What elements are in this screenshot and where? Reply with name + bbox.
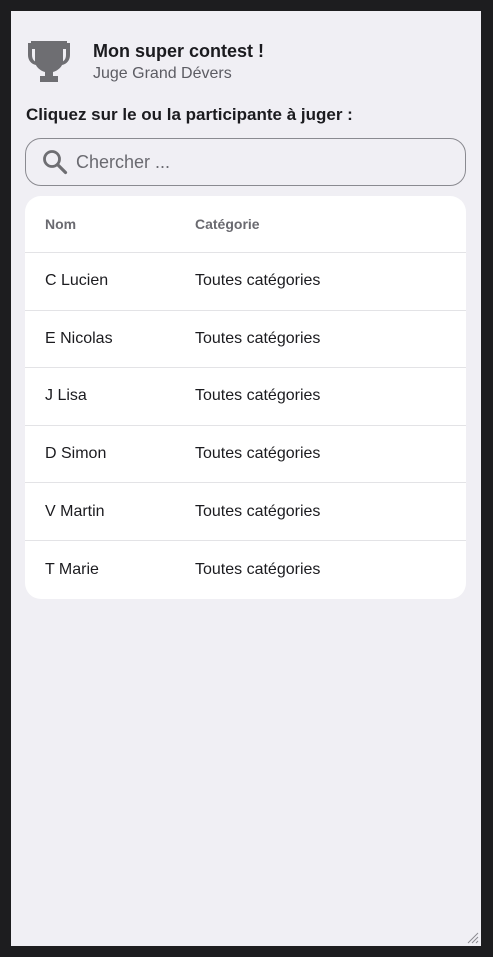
participant-category: Toutes catégories	[195, 272, 321, 290]
participant-name: V Martin	[45, 502, 105, 520]
resize-handle-icon[interactable]	[467, 932, 479, 944]
participant-category: Toutes catégories	[195, 387, 321, 405]
judge-name: Juge Grand Dévers	[93, 64, 232, 82]
table-header: Nom Catégorie	[25, 196, 466, 253]
search-icon	[43, 150, 68, 175]
table-row[interactable]: D Simon Toutes catégories	[25, 426, 466, 484]
table-row[interactable]: E Nicolas Toutes catégories	[25, 311, 466, 369]
contest-header: Mon super contest ! Juge Grand Dévers	[27, 39, 264, 85]
participant-category: Toutes catégories	[195, 502, 321, 520]
participant-category: Toutes catégories	[195, 560, 321, 578]
search-box[interactable]	[25, 138, 466, 186]
table-row[interactable]: J Lisa Toutes catégories	[25, 368, 466, 426]
participant-category: Toutes catégories	[195, 329, 321, 347]
participants-table: Nom Catégorie C Lucien Toutes catégories…	[25, 196, 466, 599]
participant-name: E Nicolas	[45, 329, 113, 347]
table-row[interactable]: T Marie Toutes catégories	[25, 541, 466, 599]
participant-name: T Marie	[45, 560, 99, 578]
participant-category: Toutes catégories	[195, 445, 321, 463]
instruction-text: Cliquez sur le ou la participante à juge…	[26, 105, 353, 124]
table-row[interactable]: C Lucien Toutes catégories	[25, 253, 466, 311]
participant-name: D Simon	[45, 445, 107, 463]
participant-name: J Lisa	[45, 387, 87, 405]
contest-title: Mon super contest !	[93, 40, 265, 61]
column-header-nom[interactable]: Nom	[25, 216, 195, 232]
header-text: Mon super contest ! Juge Grand Dévers	[93, 40, 264, 85]
app-window: Mon super contest ! Juge Grand Dévers Cl…	[11, 11, 481, 946]
table-row[interactable]: V Martin Toutes catégories	[25, 483, 466, 541]
participant-name: C Lucien	[45, 272, 109, 290]
column-header-categorie[interactable]: Catégorie	[195, 216, 466, 232]
trophy-icon	[28, 41, 70, 82]
search-input[interactable]	[76, 151, 436, 173]
